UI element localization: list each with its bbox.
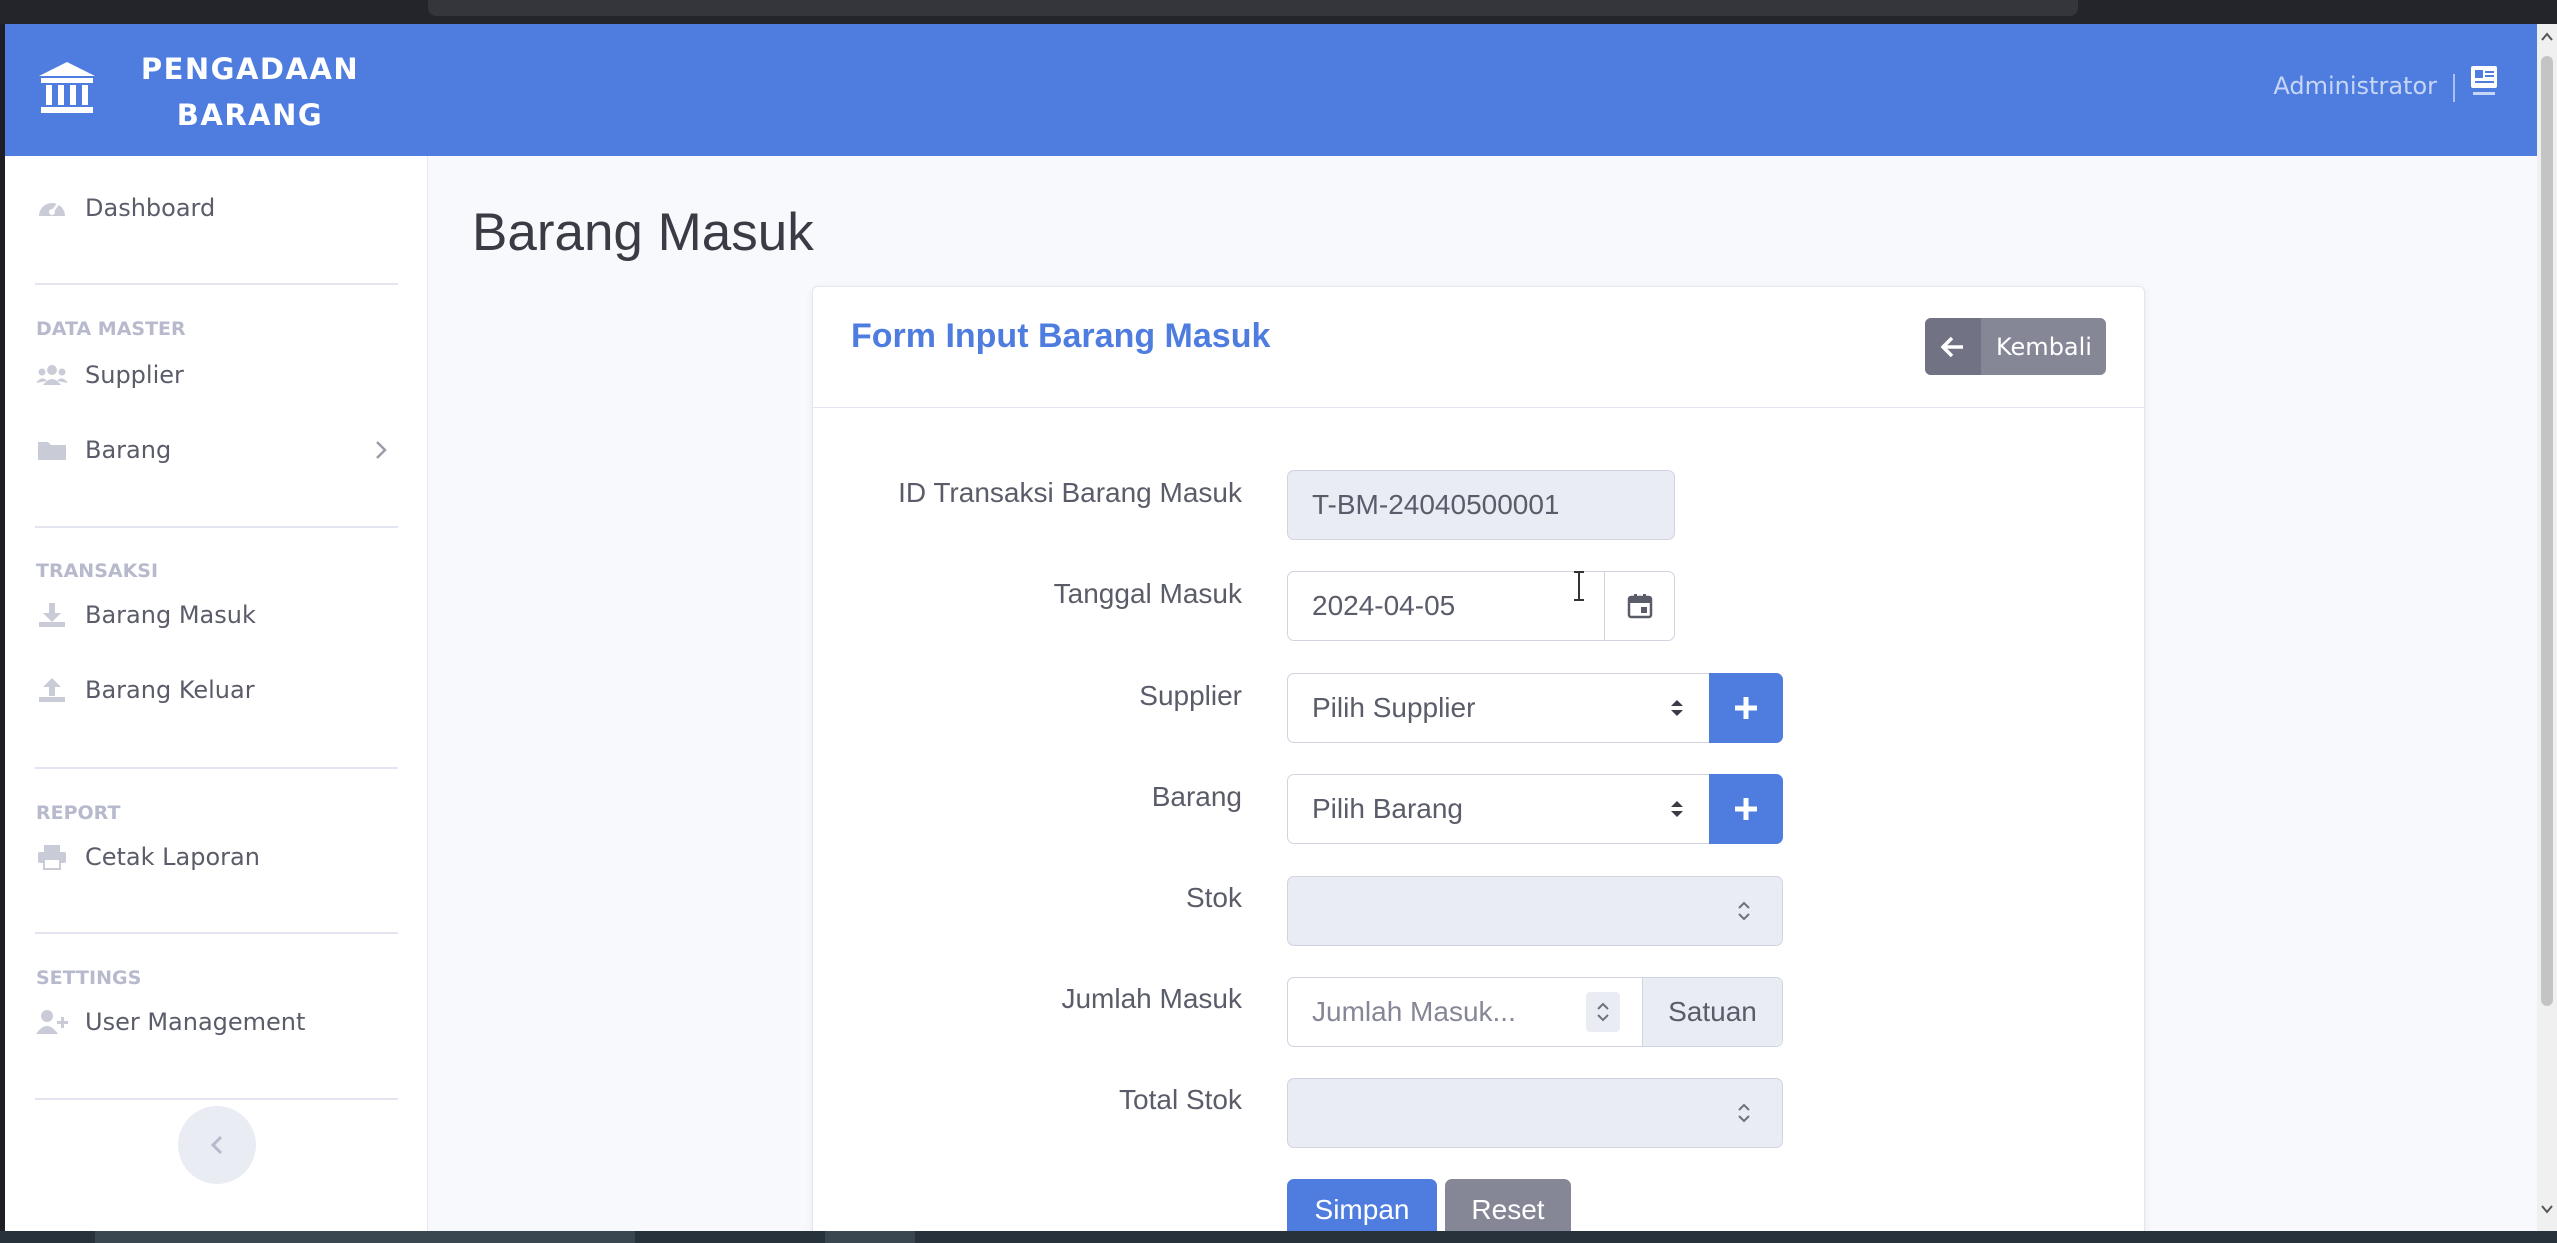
satuan-addon: Satuan bbox=[1642, 978, 1782, 1046]
institution-icon bbox=[39, 62, 95, 113]
sidebar-item-user-management[interactable]: User Management bbox=[35, 1008, 305, 1036]
brand-name[interactable]: PENGADAAN BARANG bbox=[125, 46, 375, 138]
select-arrows-icon bbox=[1671, 700, 1683, 716]
browser-address-bar[interactable] bbox=[428, 0, 2078, 16]
stok-field[interactable] bbox=[1287, 876, 1783, 946]
sidebar-divider bbox=[35, 526, 398, 528]
sidebar-item-label: User Management bbox=[85, 1008, 306, 1036]
calendar-icon bbox=[1627, 594, 1652, 619]
section-heading-report: REPORT bbox=[36, 802, 121, 824]
download-icon bbox=[39, 603, 65, 627]
barang-select-value: Pilih Barang bbox=[1312, 793, 1463, 824]
upload-icon bbox=[39, 678, 65, 702]
sidebar-item-supplier[interactable]: Supplier bbox=[35, 361, 184, 389]
sidebar-divider bbox=[35, 1098, 398, 1100]
sidebar-divider bbox=[35, 932, 398, 934]
label-barang: Barang bbox=[1151, 781, 1242, 812]
label-id-transaksi: ID Transaksi Barang Masuk bbox=[898, 477, 1242, 508]
jumlah-masuk-field[interactable]: Jumlah Masuk... Satuan bbox=[1287, 977, 1783, 1047]
user-avatar-icon[interactable] bbox=[2469, 64, 2499, 98]
select-arrows-icon bbox=[1671, 801, 1683, 817]
brand-line-1: PENGADAAN bbox=[140, 52, 360, 86]
id-transaksi-field[interactable]: T-BM-24040500001 bbox=[1287, 470, 1675, 540]
stok-spinner[interactable] bbox=[1726, 893, 1762, 929]
id-transaksi-value: T-BM-24040500001 bbox=[1312, 489, 1560, 520]
sidebar-item-dashboard[interactable]: Dashboard bbox=[35, 194, 215, 222]
sidebar-item-label: Cetak Laporan bbox=[85, 843, 260, 871]
back-icon-wrap bbox=[1925, 318, 1981, 375]
plus-icon bbox=[1735, 697, 1757, 719]
sidebar-item-label: Supplier bbox=[85, 361, 184, 389]
supplier-select[interactable]: Pilih Supplier bbox=[1287, 673, 1783, 743]
back-button[interactable]: Kembali bbox=[1925, 318, 2106, 375]
supplier-select-value: Pilih Supplier bbox=[1312, 692, 1476, 723]
sidebar-item-label: Barang Keluar bbox=[85, 676, 255, 704]
sidebar-item-label: Barang Masuk bbox=[85, 601, 256, 629]
sidebar-item-label: Dashboard bbox=[85, 194, 216, 222]
jumlah-masuk-placeholder: Jumlah Masuk... bbox=[1312, 996, 1516, 1027]
barang-select[interactable]: Pilih Barang bbox=[1287, 774, 1783, 844]
sidebar: Dashboard DATA MASTER Supplier Barang TR… bbox=[5, 156, 428, 1231]
total-stok-field[interactable] bbox=[1287, 1078, 1783, 1148]
user-name[interactable]: Administrator bbox=[2273, 72, 2437, 100]
chevron-right-icon bbox=[376, 441, 387, 459]
user-plus-icon bbox=[36, 1010, 68, 1034]
folder-icon bbox=[38, 442, 66, 460]
users-icon bbox=[36, 365, 68, 385]
label-supplier: Supplier bbox=[1139, 680, 1242, 711]
topbar-divider bbox=[2453, 74, 2455, 102]
dashboard-icon bbox=[39, 203, 65, 216]
add-barang-button[interactable] bbox=[1709, 774, 1783, 844]
plus-icon bbox=[1735, 798, 1757, 820]
card-header: Form Input Barang Masuk Kembali bbox=[813, 287, 2144, 408]
taskbar-item[interactable] bbox=[95, 1231, 635, 1243]
spinner-arrows-icon bbox=[1597, 1002, 1609, 1022]
chevron-left-icon bbox=[210, 1135, 223, 1155]
scroll-up-arrow-icon[interactable] bbox=[2541, 32, 2553, 42]
label-jumlah-masuk: Jumlah Masuk bbox=[1061, 983, 1242, 1014]
total-stok-spinner[interactable] bbox=[1726, 1095, 1762, 1131]
back-button-label: Kembali bbox=[1996, 332, 2092, 361]
label-stok: Stok bbox=[1185, 882, 1242, 913]
label-tanggal-masuk: Tanggal Masuk bbox=[1053, 578, 1242, 609]
calendar-button[interactable] bbox=[1604, 572, 1674, 640]
sidebar-item-barang-masuk[interactable]: Barang Masuk bbox=[35, 601, 256, 629]
jumlah-spinner[interactable] bbox=[1586, 992, 1620, 1032]
spinner-arrows-icon bbox=[1738, 901, 1750, 921]
label-total-stok: Total Stok bbox=[1119, 1084, 1242, 1115]
form-title: Form Input Barang Masuk bbox=[851, 317, 1271, 355]
sidebar-toggle-button[interactable] bbox=[178, 1106, 256, 1184]
sidebar-item-label: Barang bbox=[85, 436, 172, 464]
printer-icon bbox=[38, 845, 66, 870]
text-cursor-icon bbox=[1574, 571, 1584, 601]
scrollbar-thumb[interactable] bbox=[2541, 56, 2553, 1006]
brand-line-2: BARANG bbox=[176, 98, 324, 132]
arrow-left-icon bbox=[1941, 336, 1963, 357]
spinner-arrows-icon bbox=[1738, 1103, 1750, 1123]
section-heading-transaksi: TRANSAKSI bbox=[36, 560, 159, 582]
section-heading-settings: SETTINGS bbox=[36, 967, 142, 989]
tanggal-masuk-field[interactable]: 2024-04-05 bbox=[1287, 571, 1675, 641]
tanggal-masuk-value: 2024-04-05 bbox=[1312, 590, 1456, 621]
scroll-down-arrow-icon[interactable] bbox=[2541, 1204, 2553, 1214]
topbar: PENGADAAN BARANG Administrator bbox=[5, 24, 2537, 156]
sidebar-item-cetak-laporan[interactable]: Cetak Laporan bbox=[35, 843, 260, 871]
taskbar-item[interactable] bbox=[825, 1231, 915, 1243]
sidebar-item-barang-keluar[interactable]: Barang Keluar bbox=[35, 676, 255, 704]
sidebar-item-barang[interactable]: Barang bbox=[35, 436, 398, 464]
add-supplier-button[interactable] bbox=[1709, 673, 1783, 743]
sidebar-divider bbox=[35, 767, 398, 769]
page-title: Barang Masuk bbox=[472, 203, 814, 262]
browser-top-strip bbox=[0, 0, 2557, 24]
sidebar-divider bbox=[35, 283, 398, 285]
section-heading-master: DATA MASTER bbox=[36, 318, 186, 340]
